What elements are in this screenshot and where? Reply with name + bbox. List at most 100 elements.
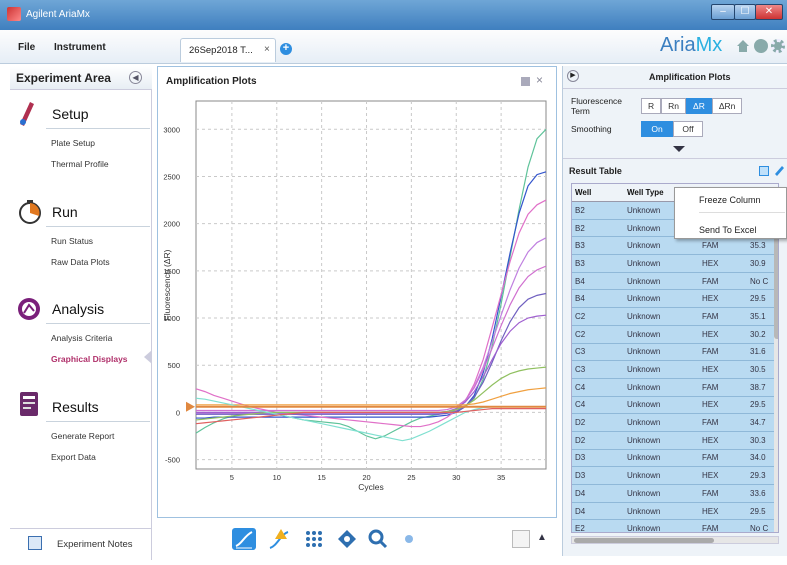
table-row[interactable]: D4 Unknown HEX 29.5 bbox=[572, 502, 778, 521]
table-settings-icon[interactable] bbox=[759, 166, 769, 176]
cell-cq: 34.0 bbox=[750, 453, 766, 463]
melt-curve-warning-button[interactable] bbox=[267, 528, 291, 550]
cell-cq: 34.7 bbox=[750, 418, 766, 428]
fluor-option-delta-rn[interactable]: ΔRn bbox=[711, 98, 743, 114]
y-tick-label: 2000 bbox=[163, 220, 180, 229]
section-analysis[interactable]: Analysis bbox=[52, 301, 104, 317]
settings-icon[interactable] bbox=[771, 39, 785, 53]
y-tick-label: 0 bbox=[176, 408, 180, 417]
table-row[interactable]: B4 Unknown FAM No C bbox=[572, 272, 778, 291]
panel-collapse-icon[interactable]: ▶ bbox=[567, 70, 579, 82]
table-row[interactable]: D3 Unknown FAM 34.0 bbox=[572, 449, 778, 468]
edit-icon[interactable] bbox=[773, 164, 785, 176]
fluor-option-rn[interactable]: Rn bbox=[661, 98, 687, 114]
section-setup[interactable]: Setup bbox=[52, 106, 89, 122]
table-row[interactable]: B3 Unknown HEX 30.9 bbox=[572, 255, 778, 273]
maximize-panel-icon[interactable] bbox=[521, 77, 530, 86]
nav-graphical-displays[interactable]: Graphical Displays bbox=[51, 354, 128, 364]
smoothing-off[interactable]: Off bbox=[673, 121, 703, 137]
help-icon[interactable] bbox=[754, 39, 768, 53]
minimize-button[interactable]: – bbox=[711, 4, 735, 20]
y-tick-label: 3000 bbox=[163, 125, 180, 134]
analysis-divider bbox=[46, 323, 150, 324]
table-row[interactable]: C2 Unknown HEX 30.2 bbox=[572, 325, 778, 344]
cell-dye: HEX bbox=[702, 365, 719, 375]
cell-well-type: Unknown bbox=[627, 435, 661, 445]
context-menu-divider bbox=[699, 212, 785, 213]
cell-well-type: Unknown bbox=[627, 311, 661, 321]
setup-divider bbox=[46, 128, 150, 129]
table-row[interactable]: C4 Unknown HEX 29.5 bbox=[572, 396, 778, 415]
nav-analysis-criteria[interactable]: Analysis Criteria bbox=[51, 333, 112, 343]
cell-well-type: Unknown bbox=[627, 329, 661, 339]
amplification-plot-panel: Amplification Plots × 5 10 15 20 25 30 35 -500 0… bbox=[157, 66, 557, 518]
collapse-sidebar-icon[interactable]: ◀ bbox=[129, 71, 142, 84]
properties-panel: ▶ Amplification Plots Fluorescence Term … bbox=[562, 66, 787, 556]
cell-dye: FAM bbox=[702, 524, 719, 533]
cell-dye: HEX bbox=[702, 400, 719, 410]
collapse-options-icon[interactable] bbox=[673, 146, 685, 152]
cell-well: C4 bbox=[575, 400, 586, 410]
table-row[interactable]: D4 Unknown FAM 33.6 bbox=[572, 485, 778, 503]
fluor-option-delta-r[interactable]: ΔR bbox=[686, 98, 712, 114]
target-view-button[interactable] bbox=[335, 528, 359, 550]
table-row[interactable]: C3 Unknown FAM 31.6 bbox=[572, 343, 778, 362]
table-horizontal-scrollbar[interactable] bbox=[571, 536, 779, 544]
export-chart-icon[interactable] bbox=[512, 530, 530, 548]
table-row[interactable]: D3 Unknown HEX 29.3 bbox=[572, 467, 778, 485]
table-vertical-scrollbar[interactable] bbox=[774, 202, 778, 532]
table-row[interactable]: B3 Unknown FAM 35.3 bbox=[572, 237, 778, 256]
plate-view-button[interactable] bbox=[302, 528, 326, 550]
section-results[interactable]: Results bbox=[52, 399, 99, 415]
zoom-icon[interactable] bbox=[366, 528, 390, 550]
nav-plate-setup[interactable]: Plate Setup bbox=[51, 138, 95, 148]
experiment-tab[interactable]: 26Sep2018 T... × bbox=[180, 38, 276, 62]
nav-generate-report[interactable]: Generate Report bbox=[51, 431, 114, 441]
cell-well-type: Unknown bbox=[627, 365, 661, 375]
dot-view-button[interactable] bbox=[397, 528, 421, 550]
add-tab-icon[interactable]: + bbox=[280, 43, 292, 55]
tab-close-icon[interactable]: × bbox=[264, 44, 270, 55]
title-bar: Agilent AriaMx – ☐ ✕ bbox=[0, 0, 787, 30]
menu-file[interactable]: File bbox=[18, 42, 35, 53]
menu-item-freeze-column[interactable]: Freeze Column bbox=[699, 195, 761, 205]
table-row[interactable]: C2 Unknown FAM 35.1 bbox=[572, 308, 778, 326]
close-panel-icon[interactable]: × bbox=[536, 73, 543, 87]
cell-cq: 29.3 bbox=[750, 471, 766, 481]
cell-well: D3 bbox=[575, 471, 586, 481]
cell-well: C2 bbox=[575, 311, 586, 321]
menu-instrument[interactable]: Instrument bbox=[54, 42, 106, 53]
tab-label: 26Sep2018 T... bbox=[189, 45, 253, 56]
table-row[interactable]: D2 Unknown FAM 34.7 bbox=[572, 414, 778, 432]
column-well[interactable]: Well bbox=[572, 188, 627, 197]
toolbar-expand-icon[interactable]: ▲ bbox=[537, 532, 547, 543]
table-row[interactable]: B4 Unknown HEX 29.5 bbox=[572, 290, 778, 309]
table-row[interactable]: C3 Unknown HEX 30.5 bbox=[572, 361, 778, 379]
section-run[interactable]: Run bbox=[52, 204, 78, 220]
experiment-notes-button[interactable]: Experiment Notes bbox=[57, 539, 133, 550]
fluor-option-r[interactable]: R bbox=[641, 98, 662, 114]
nav-run-status[interactable]: Run Status bbox=[51, 236, 93, 246]
x-tick-label: 30 bbox=[452, 473, 460, 482]
context-menu: Freeze Column Send To Excel bbox=[674, 187, 787, 239]
brand-aria: Aria bbox=[660, 34, 696, 56]
cell-well-type: Unknown bbox=[627, 347, 661, 357]
home-icon[interactable] bbox=[736, 39, 750, 53]
nav-thermal-profile[interactable]: Thermal Profile bbox=[51, 159, 109, 169]
table-row[interactable]: D2 Unknown HEX 30.3 bbox=[572, 431, 778, 450]
amplification-view-button[interactable] bbox=[232, 528, 256, 550]
smoothing-on[interactable]: On bbox=[641, 121, 673, 137]
nav-export-data[interactable]: Export Data bbox=[51, 452, 96, 462]
maximize-button[interactable]: ☐ bbox=[734, 4, 756, 20]
cell-well: C3 bbox=[575, 365, 586, 375]
table-row[interactable]: E2 Unknown FAM No C bbox=[572, 520, 778, 533]
brand-logo: AriaMx bbox=[660, 34, 722, 57]
x-tick-label: 15 bbox=[317, 473, 325, 482]
menu-item-send-to-excel[interactable]: Send To Excel bbox=[699, 225, 756, 235]
table-row[interactable]: C4 Unknown FAM 38.7 bbox=[572, 378, 778, 397]
nav-raw-data-plots[interactable]: Raw Data Plots bbox=[51, 257, 110, 267]
chart-toolbar: ▲ bbox=[157, 520, 557, 560]
h-scrollbar-thumb[interactable] bbox=[574, 538, 714, 543]
cell-dye: HEX bbox=[702, 471, 719, 481]
close-button[interactable]: ✕ bbox=[755, 4, 783, 20]
